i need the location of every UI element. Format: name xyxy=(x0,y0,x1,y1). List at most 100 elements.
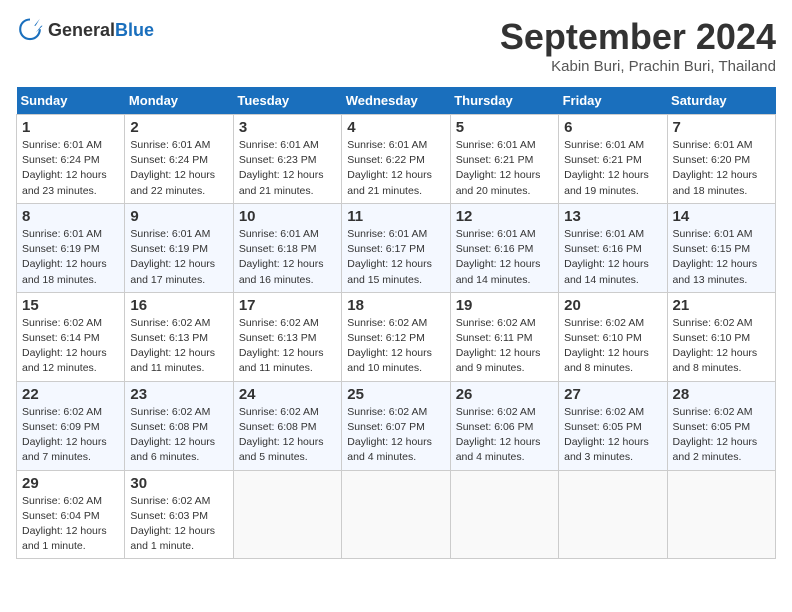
weekday-header: Friday xyxy=(559,87,667,115)
calendar-cell: 22 Sunrise: 6:02 AMSunset: 6:09 PMDayligh… xyxy=(17,381,125,470)
day-number: 21 xyxy=(673,297,770,314)
day-number: 6 xyxy=(564,119,661,136)
day-number: 20 xyxy=(564,297,661,314)
day-number: 22 xyxy=(22,386,119,403)
day-number: 2 xyxy=(130,119,227,136)
header: GeneralBlue September 2024 Kabin Buri, P… xyxy=(16,16,776,75)
month-title: September 2024 xyxy=(500,16,776,58)
calendar-cell: 2 Sunrise: 6:01 AMSunset: 6:24 PMDaylight… xyxy=(125,115,233,204)
calendar-cell: 23 Sunrise: 6:02 AMSunset: 6:08 PMDayligh… xyxy=(125,381,233,470)
logo-icon xyxy=(16,16,44,44)
logo-text: GeneralBlue xyxy=(48,20,154,41)
day-detail: Sunrise: 6:01 AMSunset: 6:19 PMDaylight:… xyxy=(22,227,119,288)
calendar-cell: 1 Sunrise: 6:01 AMSunset: 6:24 PMDaylight… xyxy=(17,115,125,204)
day-number: 3 xyxy=(239,119,336,136)
day-detail: Sunrise: 6:01 AMSunset: 6:23 PMDaylight:… xyxy=(239,138,336,199)
logo: GeneralBlue xyxy=(16,16,154,44)
day-number: 16 xyxy=(130,297,227,314)
title-area: September 2024 Kabin Buri, Prachin Buri,… xyxy=(500,16,776,75)
weekday-header: Saturday xyxy=(667,87,775,115)
day-number: 18 xyxy=(347,297,444,314)
calendar-cell: 24Sunrise: 6:02 AMSunset: 6:08 PMDayligh… xyxy=(233,381,341,470)
day-number: 8 xyxy=(22,208,119,225)
calendar-cell: 18 Sunrise: 6:02 AMSunset: 6:12 PMDayligh… xyxy=(342,292,450,381)
calendar-week-row: 8 Sunrise: 6:01 AMSunset: 6:19 PMDaylight… xyxy=(17,203,776,292)
calendar-table: SundayMondayTuesdayWednesdayThursdayFrid… xyxy=(16,87,776,559)
day-number: 27 xyxy=(564,386,661,403)
calendar-cell: 20 Sunrise: 6:02 AMSunset: 6:10 PMDayligh… xyxy=(559,292,667,381)
day-number: 30 xyxy=(130,475,227,492)
day-number: 7 xyxy=(673,119,770,136)
day-detail: Sunrise: 6:01 AMSunset: 6:17 PMDaylight:… xyxy=(347,227,444,288)
day-detail: Sunrise: 6:02 AMSunset: 6:05 PMDaylight:… xyxy=(564,405,661,466)
calendar-cell: 9 Sunrise: 6:01 AMSunset: 6:19 PMDaylight… xyxy=(125,203,233,292)
calendar-cell: 10Sunrise: 6:01 AMSunset: 6:18 PMDayligh… xyxy=(233,203,341,292)
calendar-cell: 29 Sunrise: 6:02 AMSunset: 6:04 PMDayligh… xyxy=(17,470,125,559)
calendar-cell: 26Sunrise: 6:02 AMSunset: 6:06 PMDayligh… xyxy=(450,381,558,470)
day-number: 28 xyxy=(673,386,770,403)
day-detail: Sunrise: 6:02 AMSunset: 6:14 PMDaylight:… xyxy=(22,316,119,377)
calendar-cell: 15 Sunrise: 6:02 AMSunset: 6:14 PMDayligh… xyxy=(17,292,125,381)
day-number: 5 xyxy=(456,119,553,136)
day-number: 14 xyxy=(673,208,770,225)
day-detail: Sunrise: 6:02 AMSunset: 6:10 PMDaylight:… xyxy=(564,316,661,377)
day-number: 25 xyxy=(347,386,444,403)
calendar-week-row: 1 Sunrise: 6:01 AMSunset: 6:24 PMDaylight… xyxy=(17,115,776,204)
day-detail: Sunrise: 6:02 AMSunset: 6:12 PMDaylight:… xyxy=(347,316,444,377)
calendar-cell: 11 Sunrise: 6:01 AMSunset: 6:17 PMDayligh… xyxy=(342,203,450,292)
day-detail: Sunrise: 6:01 AMSunset: 6:21 PMDaylight:… xyxy=(456,138,553,199)
day-detail: Sunrise: 6:02 AMSunset: 6:07 PMDaylight:… xyxy=(347,405,444,466)
day-number: 24 xyxy=(239,386,336,403)
day-detail: Sunrise: 6:02 AMSunset: 6:08 PMDaylight:… xyxy=(130,405,227,466)
day-detail: Sunrise: 6:01 AMSunset: 6:21 PMDaylight:… xyxy=(564,138,661,199)
calendar-cell xyxy=(233,470,341,559)
calendar-cell: 16Sunrise: 6:02 AMSunset: 6:13 PMDayligh… xyxy=(125,292,233,381)
day-number: 29 xyxy=(22,475,119,492)
day-number: 15 xyxy=(22,297,119,314)
day-detail: Sunrise: 6:01 AMSunset: 6:19 PMDaylight:… xyxy=(130,227,227,288)
day-detail: Sunrise: 6:02 AMSunset: 6:11 PMDaylight:… xyxy=(456,316,553,377)
day-detail: Sunrise: 6:01 AMSunset: 6:22 PMDaylight:… xyxy=(347,138,444,199)
calendar-cell xyxy=(667,470,775,559)
calendar-cell: 8 Sunrise: 6:01 AMSunset: 6:19 PMDaylight… xyxy=(17,203,125,292)
weekday-header: Wednesday xyxy=(342,87,450,115)
calendar-cell: 17 Sunrise: 6:02 AMSunset: 6:13 PMDayligh… xyxy=(233,292,341,381)
calendar-cell: 21 Sunrise: 6:02 AMSunset: 6:10 PMDayligh… xyxy=(667,292,775,381)
calendar-cell: 30Sunrise: 6:02 AMSunset: 6:03 PMDayligh… xyxy=(125,470,233,559)
day-number: 19 xyxy=(456,297,553,314)
day-detail: Sunrise: 6:02 AMSunset: 6:13 PMDaylight:… xyxy=(239,316,336,377)
location-title: Kabin Buri, Prachin Buri, Thailand xyxy=(500,58,776,75)
calendar-cell xyxy=(559,470,667,559)
day-number: 12 xyxy=(456,208,553,225)
calendar-cell: 13 Sunrise: 6:01 AMSunset: 6:16 PMDayligh… xyxy=(559,203,667,292)
day-detail: Sunrise: 6:02 AMSunset: 6:04 PMDaylight:… xyxy=(22,494,119,555)
day-number: 9 xyxy=(130,208,227,225)
day-number: 11 xyxy=(347,208,444,225)
calendar-cell xyxy=(450,470,558,559)
weekday-header: Tuesday xyxy=(233,87,341,115)
weekday-header: Monday xyxy=(125,87,233,115)
day-number: 17 xyxy=(239,297,336,314)
weekday-header-row: SundayMondayTuesdayWednesdayThursdayFrid… xyxy=(17,87,776,115)
day-detail: Sunrise: 6:01 AMSunset: 6:24 PMDaylight:… xyxy=(130,138,227,199)
day-number: 13 xyxy=(564,208,661,225)
calendar-cell: 14 Sunrise: 6:01 AMSunset: 6:15 PMDayligh… xyxy=(667,203,775,292)
day-detail: Sunrise: 6:01 AMSunset: 6:15 PMDaylight:… xyxy=(673,227,770,288)
day-number: 1 xyxy=(22,119,119,136)
calendar-week-row: 15 Sunrise: 6:02 AMSunset: 6:14 PMDayligh… xyxy=(17,292,776,381)
day-number: 23 xyxy=(130,386,227,403)
calendar-cell: 5 Sunrise: 6:01 AMSunset: 6:21 PMDaylight… xyxy=(450,115,558,204)
day-detail: Sunrise: 6:01 AMSunset: 6:24 PMDaylight:… xyxy=(22,138,119,199)
weekday-header: Thursday xyxy=(450,87,558,115)
day-detail: Sunrise: 6:02 AMSunset: 6:09 PMDaylight:… xyxy=(22,405,119,466)
calendar-week-row: 29 Sunrise: 6:02 AMSunset: 6:04 PMDayligh… xyxy=(17,470,776,559)
calendar-cell: 25 Sunrise: 6:02 AMSunset: 6:07 PMDayligh… xyxy=(342,381,450,470)
day-detail: Sunrise: 6:01 AMSunset: 6:16 PMDaylight:… xyxy=(564,227,661,288)
day-number: 4 xyxy=(347,119,444,136)
day-number: 26 xyxy=(456,386,553,403)
day-detail: Sunrise: 6:02 AMSunset: 6:10 PMDaylight:… xyxy=(673,316,770,377)
calendar-cell: 4 Sunrise: 6:01 AMSunset: 6:22 PMDaylight… xyxy=(342,115,450,204)
day-number: 10 xyxy=(239,208,336,225)
day-detail: Sunrise: 6:01 AMSunset: 6:20 PMDaylight:… xyxy=(673,138,770,199)
calendar-cell xyxy=(342,470,450,559)
